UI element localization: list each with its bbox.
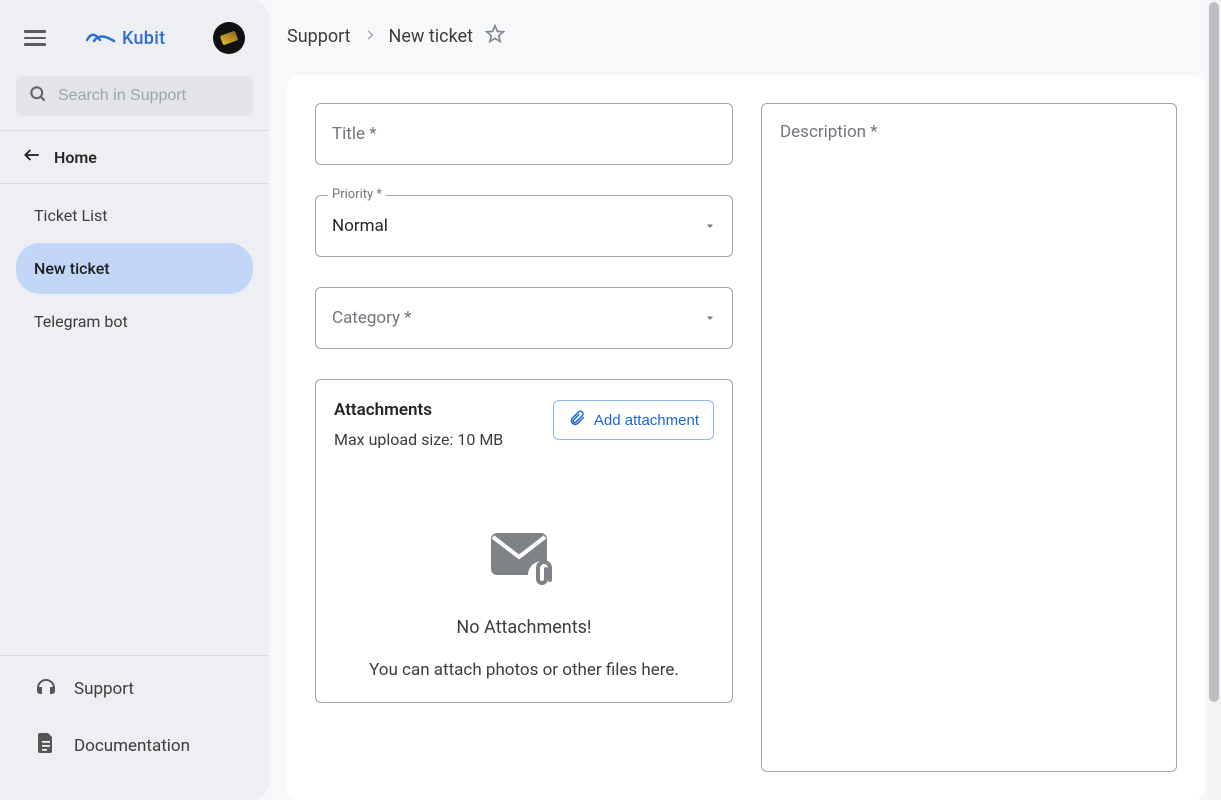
chevron-right-icon: [363, 26, 377, 47]
priority-select[interactable]: Priority * Normal: [315, 195, 733, 257]
category-label: Category *: [332, 308, 412, 328]
headset-icon: [34, 674, 58, 703]
sidebar-item-telegram-bot[interactable]: Telegram bot: [16, 296, 253, 347]
attachments-empty-hint: You can attach photos or other files her…: [369, 660, 679, 680]
main-content: Support New ticket Title * Priority * No…: [269, 0, 1221, 800]
sidebar-link-support[interactable]: Support: [16, 660, 253, 717]
scrollbar-thumb[interactable]: [1209, 2, 1219, 702]
title-field[interactable]: Title *: [315, 103, 733, 165]
title-label: Title *: [332, 124, 377, 144]
dropdown-icon: [704, 217, 716, 236]
menu-toggle-button[interactable]: [24, 30, 46, 46]
avatar[interactable]: [213, 22, 245, 54]
breadcrumb-root[interactable]: Support: [287, 26, 351, 47]
search-icon: [28, 84, 48, 108]
nav-home-label: Home: [54, 148, 97, 167]
nav-home[interactable]: Home: [0, 131, 269, 183]
description-field[interactable]: Description *: [761, 103, 1177, 772]
priority-value: Normal: [332, 216, 388, 236]
brand-name: Kubit: [122, 28, 165, 49]
document-icon: [34, 731, 58, 760]
sidebar: Kubit Home Ticket List: [0, 0, 269, 800]
breadcrumb: Support New ticket: [269, 0, 1221, 71]
attachments-max-size: Max upload size: 10 MB: [334, 430, 503, 449]
search-input[interactable]: [58, 87, 241, 105]
add-attachment-button[interactable]: Add attachment: [553, 400, 714, 440]
dropdown-icon: [704, 309, 716, 328]
arrow-left-icon: [22, 145, 42, 169]
sidebar-item-label: Telegram bot: [34, 312, 128, 331]
brand-logo[interactable]: Kubit: [86, 28, 165, 49]
sidebar-link-label: Documentation: [74, 736, 190, 756]
attachments-empty-title: No Attachments!: [456, 617, 591, 638]
breadcrumb-current: New ticket: [389, 26, 473, 47]
vertical-scrollbar[interactable]: [1207, 0, 1221, 800]
paperclip-icon: [568, 409, 586, 431]
favorite-star-button[interactable]: [485, 24, 505, 49]
sidebar-item-ticket-list[interactable]: Ticket List: [16, 190, 253, 241]
category-select[interactable]: Category *: [315, 287, 733, 349]
sidebar-link-label: Support: [74, 679, 134, 699]
search-box[interactable]: [16, 76, 253, 116]
sidebar-item-label: New ticket: [34, 259, 110, 278]
sidebar-item-label: Ticket List: [34, 206, 107, 225]
sidebar-item-new-ticket[interactable]: New ticket: [16, 243, 253, 294]
attachments-panel: Attachments Max upload size: 10 MB Add a…: [315, 379, 733, 703]
description-label: Description *: [780, 122, 878, 142]
sidebar-link-documentation[interactable]: Documentation: [16, 717, 253, 774]
add-attachment-label: Add attachment: [594, 412, 699, 429]
attachments-title: Attachments: [334, 400, 503, 420]
priority-label: Priority *: [328, 187, 386, 202]
mail-attachment-icon: [488, 529, 560, 595]
wave-icon: [86, 29, 116, 48]
